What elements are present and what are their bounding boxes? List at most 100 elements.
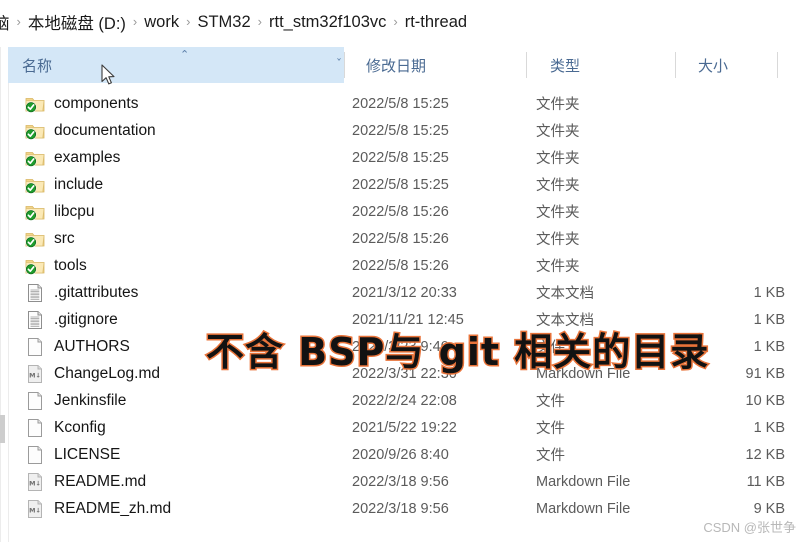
cell-type: 文件夹	[536, 151, 580, 167]
breadcrumb-item-1[interactable]: 本地磁盘 (D:)	[28, 10, 126, 34]
markdown-file-icon: M↓	[24, 499, 46, 519]
cell-date-modified: 2022/5/8 15:26	[352, 230, 449, 247]
cell-date-modified: 2022/3/18 9:56	[352, 473, 449, 490]
cell-date-modified: 2022/3/18 9:56	[352, 500, 449, 517]
table-row[interactable]: src 2022/5/8 15:26 文件夹	[8, 225, 802, 252]
table-row[interactable]: examples 2022/5/8 15:25 文件夹	[8, 144, 802, 171]
table-row[interactable]: .gitattributes 2021/3/12 20:33 文本文档 1 KB	[8, 279, 802, 306]
column-header-row: 名称 修改日期 类型 大小 ⌃ ˇ	[8, 47, 802, 83]
folder-synced-icon	[24, 175, 46, 195]
cell-date-modified: 2022/5/8 15:26	[352, 203, 449, 220]
text-file-icon	[24, 283, 46, 303]
chevron-down-icon[interactable]: ˇ	[336, 58, 342, 70]
breadcrumb-separator-icon: ›	[132, 13, 138, 29]
column-header-name[interactable]: 名称	[8, 47, 344, 83]
watermark: CSDN @张世争	[703, 520, 796, 535]
breadcrumb-item-0[interactable]: 脑	[0, 10, 10, 34]
cell-size: 10 KB	[745, 392, 786, 409]
column-header-type[interactable]: 类型	[536, 47, 682, 83]
table-row[interactable]: Kconfig 2021/5/22 19:22 文件 1 KB	[8, 414, 802, 441]
cell-name[interactable]: components	[8, 90, 352, 117]
breadcrumb-item-3[interactable]: STM32	[197, 13, 250, 32]
blank-file-icon	[24, 445, 46, 465]
file-name-label: ChangeLog.md	[54, 364, 160, 382]
cell-date-modified: 2022/5/8 15:25	[352, 95, 449, 112]
annotation-text: 不含 BSP与 git 相关的目录	[204, 329, 710, 376]
cell-type: 文件夹	[536, 178, 580, 194]
table-row[interactable]: components 2022/5/8 15:25 文件夹	[8, 90, 802, 117]
list-inner-rule	[8, 83, 9, 542]
cell-name[interactable]: libcpu	[8, 198, 352, 225]
cell-name[interactable]: .gitattributes	[8, 279, 352, 306]
cell-size: 1 KB	[753, 419, 785, 436]
cell-name[interactable]: Kconfig	[8, 414, 352, 441]
table-row[interactable]: M↓ README.md 2022/3/18 9:56 Markdown File 11…	[8, 468, 802, 495]
cell-size: 9 KB	[753, 500, 785, 517]
cell-date-modified: 2022/5/8 15:25	[352, 149, 449, 166]
cell-size: 11 KB	[746, 473, 785, 490]
table-row[interactable]: include 2022/5/8 15:25 文件夹	[8, 171, 802, 198]
column-divider-size[interactable]	[777, 52, 778, 78]
folder-synced-icon	[24, 148, 46, 168]
cell-name[interactable]: tools	[8, 252, 352, 279]
file-name-label: README.md	[54, 472, 147, 490]
cell-name[interactable]: LICENSE	[8, 441, 352, 468]
file-name-label: libcpu	[54, 202, 95, 220]
vertical-scrollbar[interactable]	[0, 415, 5, 443]
column-header-date-modified[interactable]: 修改日期	[352, 47, 534, 83]
mouse-cursor-icon	[101, 64, 115, 85]
cell-name[interactable]: examples	[8, 144, 352, 171]
cell-name[interactable]: Jenkinsfile	[8, 387, 352, 414]
file-name-label: Jenkinsfile	[54, 391, 127, 409]
blank-file-icon	[24, 418, 46, 438]
file-name-label: include	[54, 175, 104, 193]
column-divider-type[interactable]	[675, 52, 676, 78]
breadcrumb-item-4[interactable]: rtt_stm32f103vc	[269, 13, 386, 32]
table-row[interactable]: libcpu 2022/5/8 15:26 文件夹	[8, 198, 802, 225]
file-name-label: Kconfig	[54, 418, 106, 436]
cell-size: 12 KB	[745, 446, 786, 463]
cell-name[interactable]: src	[8, 225, 352, 252]
cell-type: 文件夹	[536, 97, 580, 113]
folder-synced-icon	[24, 121, 46, 141]
table-row[interactable]: documentation 2022/5/8 15:25 文件夹	[8, 117, 802, 144]
folder-synced-icon	[24, 229, 46, 249]
file-name-label: documentation	[54, 121, 156, 139]
folder-synced-icon	[24, 202, 46, 222]
folder-synced-icon	[24, 94, 46, 114]
file-name-label: .gitignore	[54, 310, 118, 328]
breadcrumb-item-5[interactable]: rt-thread	[405, 13, 467, 32]
column-divider-name[interactable]	[344, 52, 345, 78]
svg-text:M↓: M↓	[29, 479, 41, 487]
cell-date-modified: 2020/9/26 8:40	[352, 446, 449, 463]
file-list[interactable]: components 2022/5/8 15:25 文件夹 documentation…	[8, 90, 802, 522]
cell-type: 文件夹	[536, 259, 580, 275]
cell-date-modified: 2022/2/24 22:08	[352, 392, 457, 409]
cell-name[interactable]: M↓ README_zh.md	[8, 495, 352, 522]
column-header-type-label: 类型	[550, 57, 581, 75]
cell-name[interactable]: M↓ README.md	[8, 468, 352, 495]
cell-type: 文件夹	[536, 232, 580, 248]
cell-name[interactable]: include	[8, 171, 352, 198]
table-row[interactable]: M↓ README_zh.md 2022/3/18 9:56 Markdown Fil…	[8, 495, 802, 522]
breadcrumb-separator-icon: ›	[16, 13, 21, 29]
blank-file-icon	[24, 337, 46, 357]
svg-text:M↓: M↓	[29, 371, 41, 379]
file-name-label: examples	[54, 148, 121, 166]
breadcrumb-separator-icon: ›	[393, 13, 398, 29]
file-name-label: .gitattributes	[54, 283, 139, 301]
table-row[interactable]: tools 2022/5/8 15:26 文件夹	[8, 252, 802, 279]
breadcrumb[interactable]: 脑 › 本地磁盘 (D:) › work › STM32 › rtt_stm32f103vc › r…	[0, 0, 810, 44]
cell-date-modified: 2022/5/8 15:25	[352, 176, 449, 193]
breadcrumb-item-2[interactable]: work	[144, 13, 179, 32]
column-header-size[interactable]: 大小	[684, 47, 785, 83]
column-divider-date[interactable]	[526, 52, 527, 78]
table-row[interactable]: LICENSE 2020/9/26 8:40 文件 12 KB	[8, 441, 802, 468]
cell-name[interactable]: documentation	[8, 117, 352, 144]
table-row[interactable]: Jenkinsfile 2022/2/24 22:08 文件 10 KB	[8, 387, 802, 414]
sort-ascending-caret-icon: ⌃	[180, 48, 190, 61]
file-name-label: tools	[54, 256, 87, 274]
folder-synced-icon	[24, 256, 46, 276]
list-left-rule	[0, 47, 1, 542]
column-header-date-modified-label: 修改日期	[366, 57, 427, 75]
